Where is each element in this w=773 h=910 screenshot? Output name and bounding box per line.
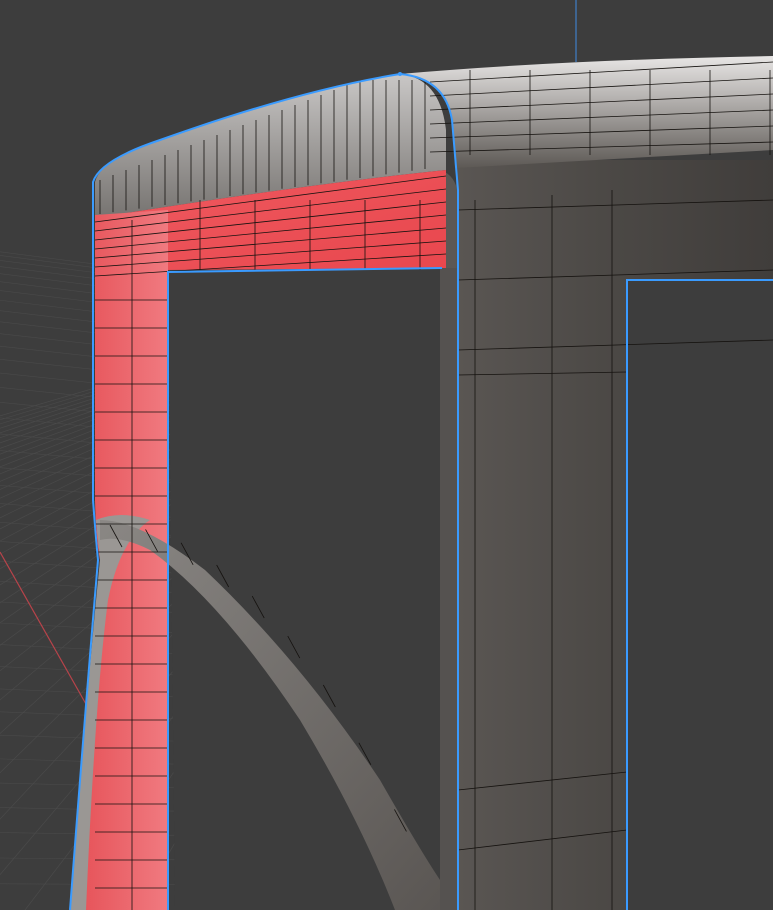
viewport-canvas[interactable]: [0, 0, 773, 910]
mesh-frame-opening: [627, 280, 773, 910]
x-axis-line: [0, 551, 96, 721]
vertex-handle-top[interactable]: [398, 72, 402, 76]
mesh-right-leg-inner-face[interactable]: [440, 268, 458, 910]
3d-viewport[interactable]: [0, 0, 773, 910]
selected-faces-left-leg[interactable]: [78, 210, 168, 910]
mesh-object[interactable]: [69, 56, 773, 910]
